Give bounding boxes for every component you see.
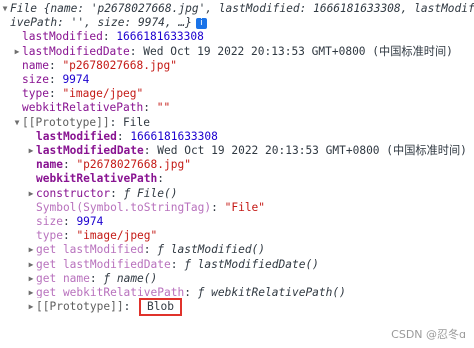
prototype-label: [[Prototype]] bbox=[22, 115, 110, 129]
prototype-value: File bbox=[123, 115, 150, 129]
csdn-watermark: CSDN @忍冬ɑ bbox=[391, 328, 466, 341]
object-preview-line2: ivePath: '', size: 9974, …} bbox=[10, 16, 192, 30]
prop-value: 9974 bbox=[62, 73, 90, 86]
prop-value: ƒ lastModifiedDate() bbox=[184, 257, 319, 271]
prop-value: ƒ lastModified() bbox=[157, 243, 266, 257]
prop-key: webkitRelativePath bbox=[36, 172, 158, 186]
prop-key: webkitRelativePath bbox=[22, 101, 144, 115]
prop-value: ƒ webkitRelativePath() bbox=[197, 286, 346, 299]
collapse-triangle-icon[interactable]: ▼ bbox=[0, 0, 10, 17]
prop-key: lastModifiedDate bbox=[36, 144, 144, 157]
info-icon[interactable]: i bbox=[195, 17, 207, 29]
prototype-label: [[Prototype]] bbox=[36, 300, 124, 314]
object-preview-line1: File {name: 'p2678027668.jpg', lastModif… bbox=[10, 2, 474, 15]
prop-value: "image/jpeg" bbox=[76, 229, 158, 243]
prop-value: 1666181633308 bbox=[130, 129, 218, 143]
prop-key: constructor bbox=[36, 186, 111, 200]
prop-value: 1666181633308 bbox=[116, 30, 204, 44]
prop-key: lastModifiedDate bbox=[22, 44, 130, 58]
prop-key: get webkitRelativePath bbox=[36, 286, 185, 299]
prop-key: Symbol(Symbol.toStringTag) bbox=[36, 200, 212, 214]
expand-triangle-icon[interactable]: ▶ bbox=[26, 298, 36, 315]
prop-key: get lastModified bbox=[36, 243, 144, 257]
prototype-blob[interactable]: ▶ [[Prototype]]: Blob bbox=[26, 298, 182, 317]
collapse-triangle-icon[interactable]: ▼ bbox=[12, 114, 22, 131]
prop-key: size bbox=[22, 73, 49, 86]
prop-value: Wed Oct 19 2022 20:13:53 GMT+0800 (中国标准时… bbox=[143, 44, 453, 58]
prototype-value-highlight: Blob bbox=[139, 298, 182, 317]
prop-value: "image/jpeg" bbox=[62, 87, 144, 101]
prop-key: lastModified bbox=[36, 129, 117, 143]
prop-key: type bbox=[36, 229, 63, 243]
prop-value: "" bbox=[156, 101, 171, 115]
prop-key: lastModified bbox=[22, 30, 103, 44]
prop-value: Wed Oct 19 2022 20:13:53 GMT+0800 (中国标准时… bbox=[157, 144, 467, 157]
prop-value: "File" bbox=[224, 200, 266, 214]
prop-key: type bbox=[22, 87, 49, 101]
prop-key: get name bbox=[36, 271, 90, 285]
prop-key: get lastModifiedDate bbox=[36, 257, 171, 271]
prop-key: size bbox=[36, 215, 63, 228]
prop-key: name bbox=[36, 158, 63, 172]
prop-value: "p2678027668.jpg" bbox=[76, 158, 191, 172]
prop-value: "p2678027668.jpg" bbox=[62, 58, 177, 72]
prop-value: ƒ File() bbox=[123, 186, 178, 200]
prop-value: 9974 bbox=[76, 215, 104, 228]
prop-key: name bbox=[22, 58, 49, 72]
prop-value: ƒ name() bbox=[103, 271, 158, 285]
